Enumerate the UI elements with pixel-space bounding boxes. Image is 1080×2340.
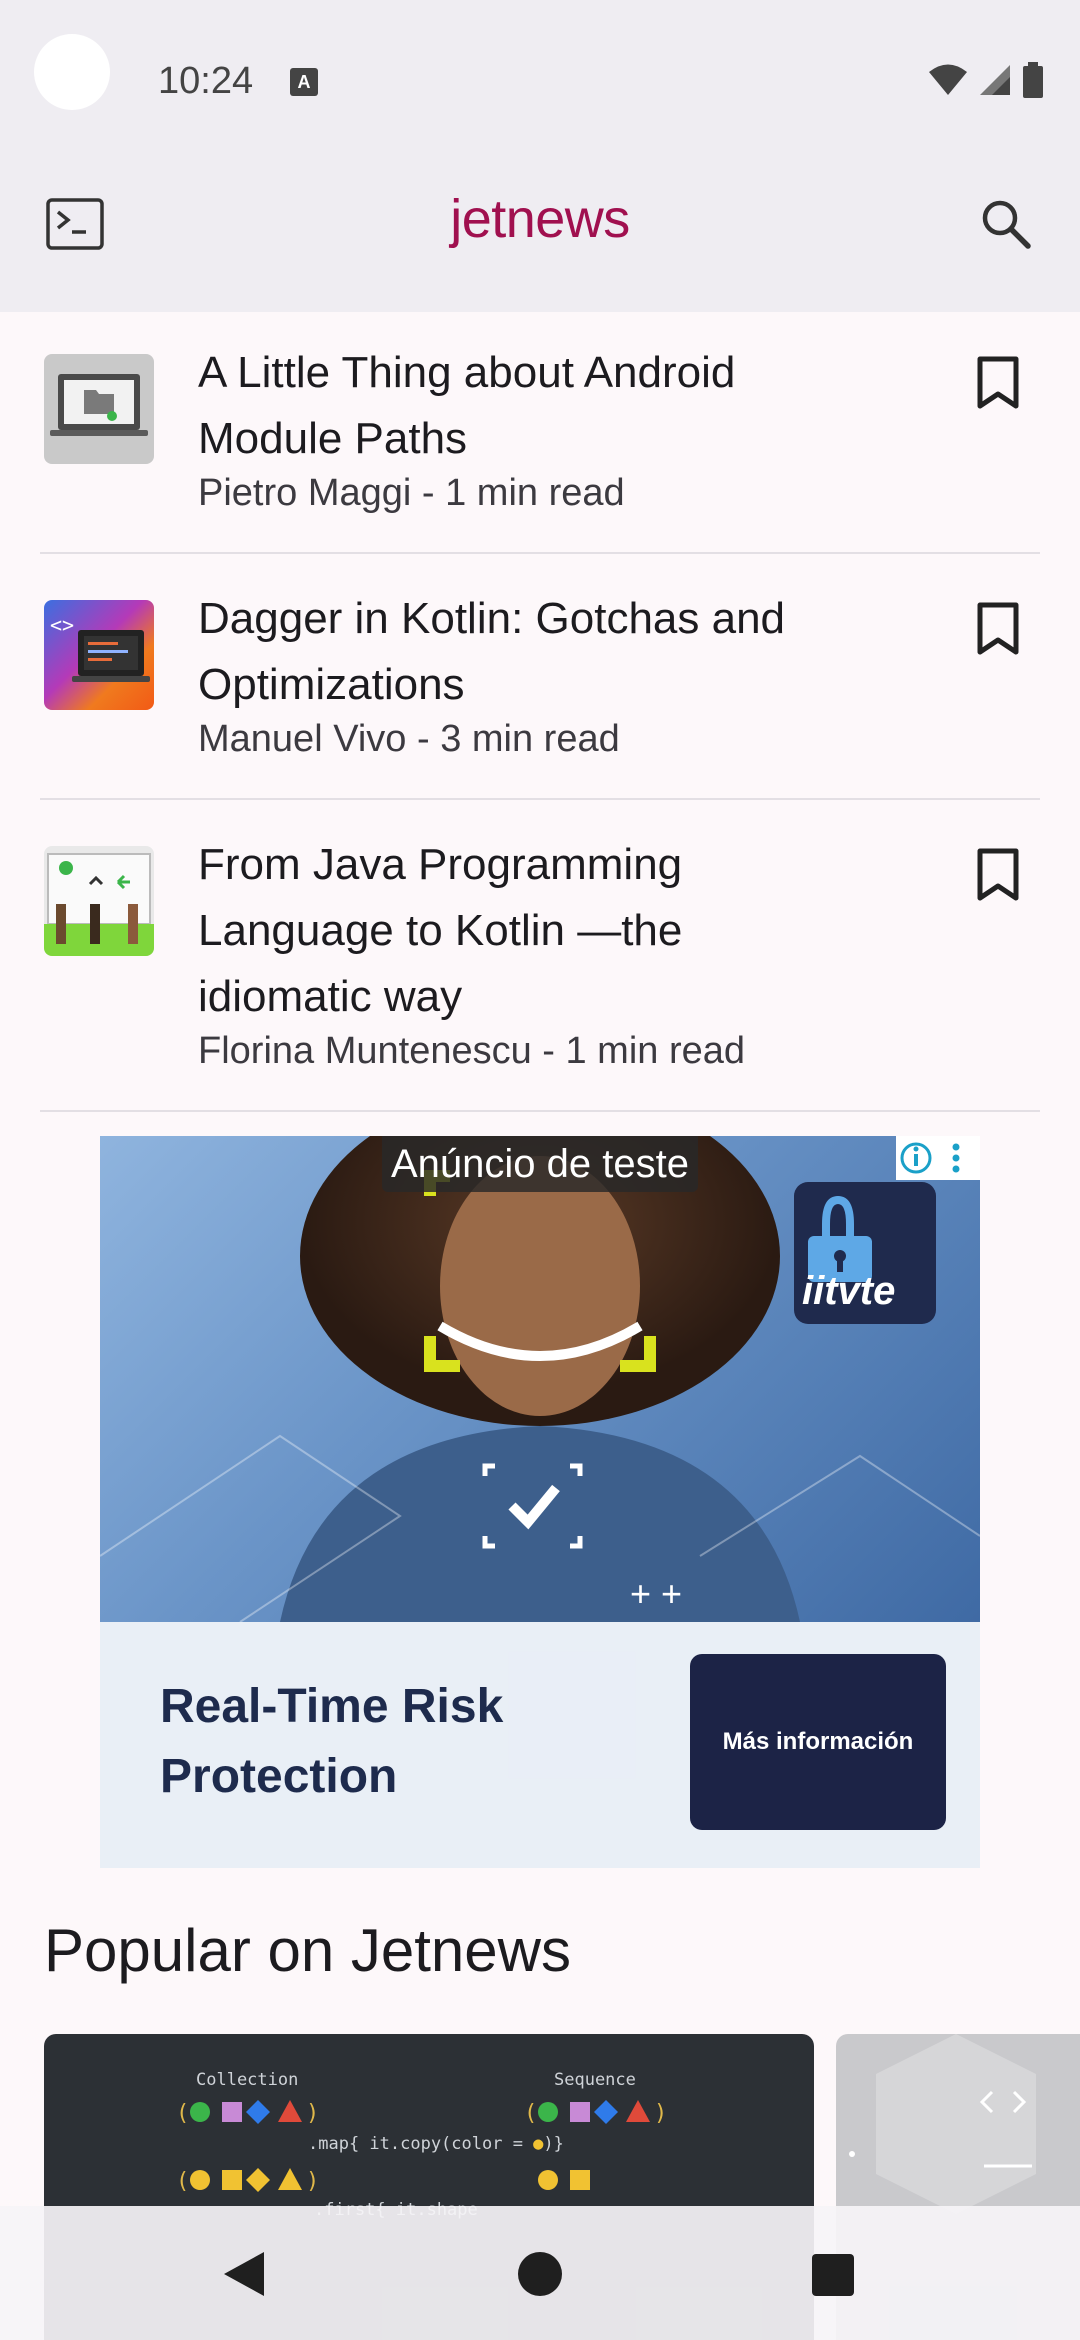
system-nav-bar [0, 2206, 1080, 2340]
ad-bottom-panel: Real-Time Risk Protection Más informació… [100, 1622, 980, 1868]
code-map-end: )} [543, 2134, 564, 2154]
top-app-area: 10:24 A jetnews [0, 0, 1080, 312]
code-line-map: .map{ it.copy(color = ●)} [308, 2134, 564, 2154]
a-icon: A [290, 68, 318, 96]
svg-text:+ +: + + [630, 1573, 682, 1614]
bookmark-icon[interactable] [976, 602, 1020, 656]
code-yellow-dot: ● [533, 2134, 544, 2154]
svg-text:(: ( [176, 2101, 189, 2126]
wifi-icon [929, 64, 967, 95]
svg-text:(: ( [524, 2101, 537, 2126]
info-icon[interactable] [896, 1136, 980, 1180]
battery-icon [1023, 62, 1043, 98]
svg-text:): ) [306, 2101, 319, 2126]
app-bar: jetnews [0, 160, 1080, 290]
app-logo: jetnews [450, 189, 630, 249]
post-meta: Manuel Vivo - 3 min read [198, 718, 620, 760]
bookmark-icon[interactable] [976, 848, 1020, 902]
signal-icon [980, 65, 1010, 95]
back-icon[interactable] [222, 2250, 266, 2298]
ad-cta-button[interactable]: Más información [690, 1654, 946, 1830]
post-item[interactable]: From Java Programming Language to Kotlin… [40, 804, 1040, 1110]
svg-text:): ) [654, 2101, 667, 2126]
post-title: Dagger in Kotlin: Gotchas and Optimizati… [198, 594, 786, 709]
home-icon[interactable] [518, 2252, 562, 2296]
divider [40, 552, 1040, 554]
post-thumbnail [44, 846, 154, 956]
popular-heading: Popular on Jetnews [44, 1917, 571, 1984]
bookmark-icon[interactable] [976, 356, 1020, 410]
ad-label: Anúncio de teste [382, 1136, 698, 1192]
laptop-folder-image [50, 374, 148, 436]
post-item[interactable]: A Little Thing about Android Module Path… [40, 312, 1040, 552]
ad-banner[interactable]: + + Anúncio de teste iitvte Real-Time Ri… [100, 1136, 980, 1868]
post-title: From Java Programming Language to Kotlin… [198, 840, 683, 1021]
post-item[interactable]: <> Dagger in Kotlin: Gotchas and Optimiz… [40, 558, 1040, 798]
camera-cutout [34, 34, 110, 110]
ad-logo-text: iitvte [802, 1269, 896, 1313]
code-map-text: .map{ it.copy(color = [308, 2134, 534, 2154]
ad-advertiser-logo: iitvte [794, 1182, 936, 1324]
svg-text:): ) [306, 2169, 319, 2194]
status-icons [928, 62, 1044, 98]
recents-icon[interactable] [812, 2254, 854, 2296]
hands-board-image [44, 853, 154, 956]
divider [40, 798, 1040, 800]
search-icon[interactable] [978, 196, 1034, 252]
post-meta: Florina Muntenescu - 1 min read [198, 1030, 746, 1072]
ad-info-area[interactable] [896, 1136, 980, 1180]
post-thumbnail [44, 354, 154, 464]
post-thumbnail: <> [44, 600, 154, 710]
status-bar: 10:24 A [0, 0, 1080, 150]
post-title: A Little Thing about Android Module Path… [198, 348, 736, 463]
status-time: 10:24 [158, 60, 254, 102]
code-sequence-label: Sequence [554, 2070, 636, 2090]
ad-headline: Real-Time Risk Protection [160, 1680, 504, 1803]
code-collection-label: Collection [196, 2070, 299, 2090]
svg-text:<>: <> [50, 613, 74, 637]
divider [40, 1110, 1040, 1112]
post-meta: Pietro Maggi - 1 min read [198, 472, 625, 514]
kotlin-laptop-image: <> [50, 613, 150, 682]
svg-text:(: ( [176, 2169, 189, 2194]
